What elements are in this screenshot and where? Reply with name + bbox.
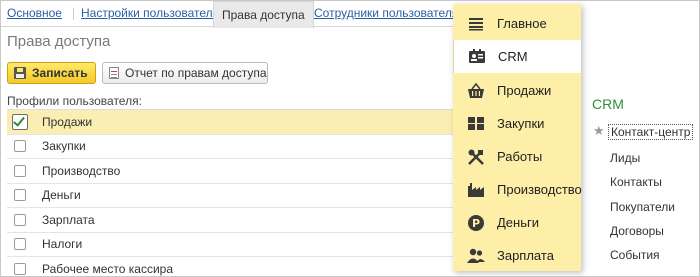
access-report-label: Отчет по правам доступа: [125, 66, 267, 80]
profile-checkbox[interactable]: [14, 238, 26, 251]
menu-item-label: Закупки: [497, 116, 545, 131]
floppy-disk-icon: [14, 67, 26, 79]
page-title: Права доступа: [7, 33, 111, 50]
menu-item-sales[interactable]: Продажи: [453, 74, 581, 107]
tab-access-rights[interactable]: Права доступа: [213, 1, 314, 28]
crm-section-title: CRM: [592, 96, 624, 112]
profile-label: Зарплата: [42, 212, 95, 227]
menu-item-main[interactable]: Главное: [453, 7, 581, 40]
tab-user-settings[interactable]: Настройки пользователя: [81, 6, 219, 20]
profile-row[interactable]: Производство: [7, 159, 467, 184]
checkmark-icon: [13, 114, 25, 127]
svg-text:P: P: [472, 217, 480, 230]
list-icon: [467, 15, 485, 33]
window: Основное Настройки пользователя Права до…: [0, 0, 700, 277]
profile-row[interactable]: Налоги: [7, 233, 467, 257]
basket-icon: [467, 82, 485, 100]
tab-divider: [73, 8, 74, 20]
menu-item-crm[interactable]: CRM: [453, 40, 581, 73]
menu-item-production[interactable]: Производство: [453, 173, 582, 206]
profile-row[interactable]: Деньги: [7, 184, 467, 208]
coin-icon: P: [467, 214, 485, 232]
crm-item-contracts[interactable]: Договоры: [610, 224, 664, 238]
people-icon: [467, 247, 485, 265]
factory-icon: [467, 181, 485, 199]
menu-item-label: Работы: [497, 149, 543, 164]
profile-checkbox[interactable]: [14, 213, 26, 226]
profile-label: Производство: [42, 163, 121, 178]
profile-label: Закупки: [42, 139, 86, 154]
profile-label: Налоги: [42, 237, 83, 252]
crm-item-customers[interactable]: Покупатели: [610, 200, 675, 214]
menu-item-money[interactable]: P Деньги: [453, 206, 581, 239]
tab-user-employees[interactable]: Сотрудники пользователя: [314, 6, 458, 20]
menu-item-label: Деньги: [497, 215, 539, 230]
report-icon: [109, 67, 119, 79]
crm-item-contacts[interactable]: Контакты: [610, 175, 662, 189]
tools-icon: [467, 148, 485, 166]
profile-row[interactable]: Продажи: [7, 110, 467, 135]
tab-main[interactable]: Основное: [7, 6, 62, 20]
menu-item-purchases[interactable]: Закупки: [453, 107, 581, 140]
profiles-list: Продажи Закупки Производство Деньги Зарп…: [7, 109, 467, 276]
profile-checkbox[interactable]: [14, 189, 26, 202]
save-button[interactable]: Записать: [7, 62, 96, 84]
profiles-label: Профили пользователя:: [7, 94, 142, 108]
menu-item-label: Главное: [497, 16, 547, 31]
contacts-card-icon: [468, 48, 486, 66]
menu-item-works[interactable]: Работы: [453, 140, 581, 173]
menu-item-salary[interactable]: Зарплата: [453, 239, 581, 272]
menu-item-label: Зарплата: [497, 248, 554, 263]
crm-item-events[interactable]: События: [610, 248, 660, 262]
menu-item-label: Производство: [497, 182, 582, 197]
profile-checkbox[interactable]: [14, 164, 26, 177]
profile-checkbox[interactable]: [12, 113, 28, 130]
menu-item-label: Продажи: [497, 83, 552, 98]
profile-row[interactable]: Закупки: [7, 135, 467, 159]
pallet-icon: [467, 115, 485, 133]
access-report-button[interactable]: Отчет по правам доступа: [102, 62, 268, 84]
menu-item-label: CRM: [498, 49, 528, 64]
crm-item-leads[interactable]: Лиды: [610, 151, 640, 165]
tab-bar: Основное Настройки пользователя Права до…: [1, 1, 461, 28]
profile-label: Продажи: [42, 114, 93, 129]
profile-checkbox[interactable]: [14, 262, 26, 275]
profile-checkbox[interactable]: [14, 140, 26, 153]
favorite-star-icon[interactable]: ★: [593, 124, 605, 139]
profile-row[interactable]: Зарплата: [7, 208, 467, 233]
profile-label: Рабочее место кассира: [42, 261, 174, 276]
section-menu: Главное CRM Продажи Закупки Работы Произ…: [453, 4, 582, 272]
crm-item-contact-center[interactable]: Контакт-центр: [608, 124, 694, 140]
profile-row[interactable]: Рабочее место кассира: [7, 257, 467, 276]
profile-label: Деньги: [42, 188, 81, 203]
save-button-label: Записать: [32, 66, 88, 80]
